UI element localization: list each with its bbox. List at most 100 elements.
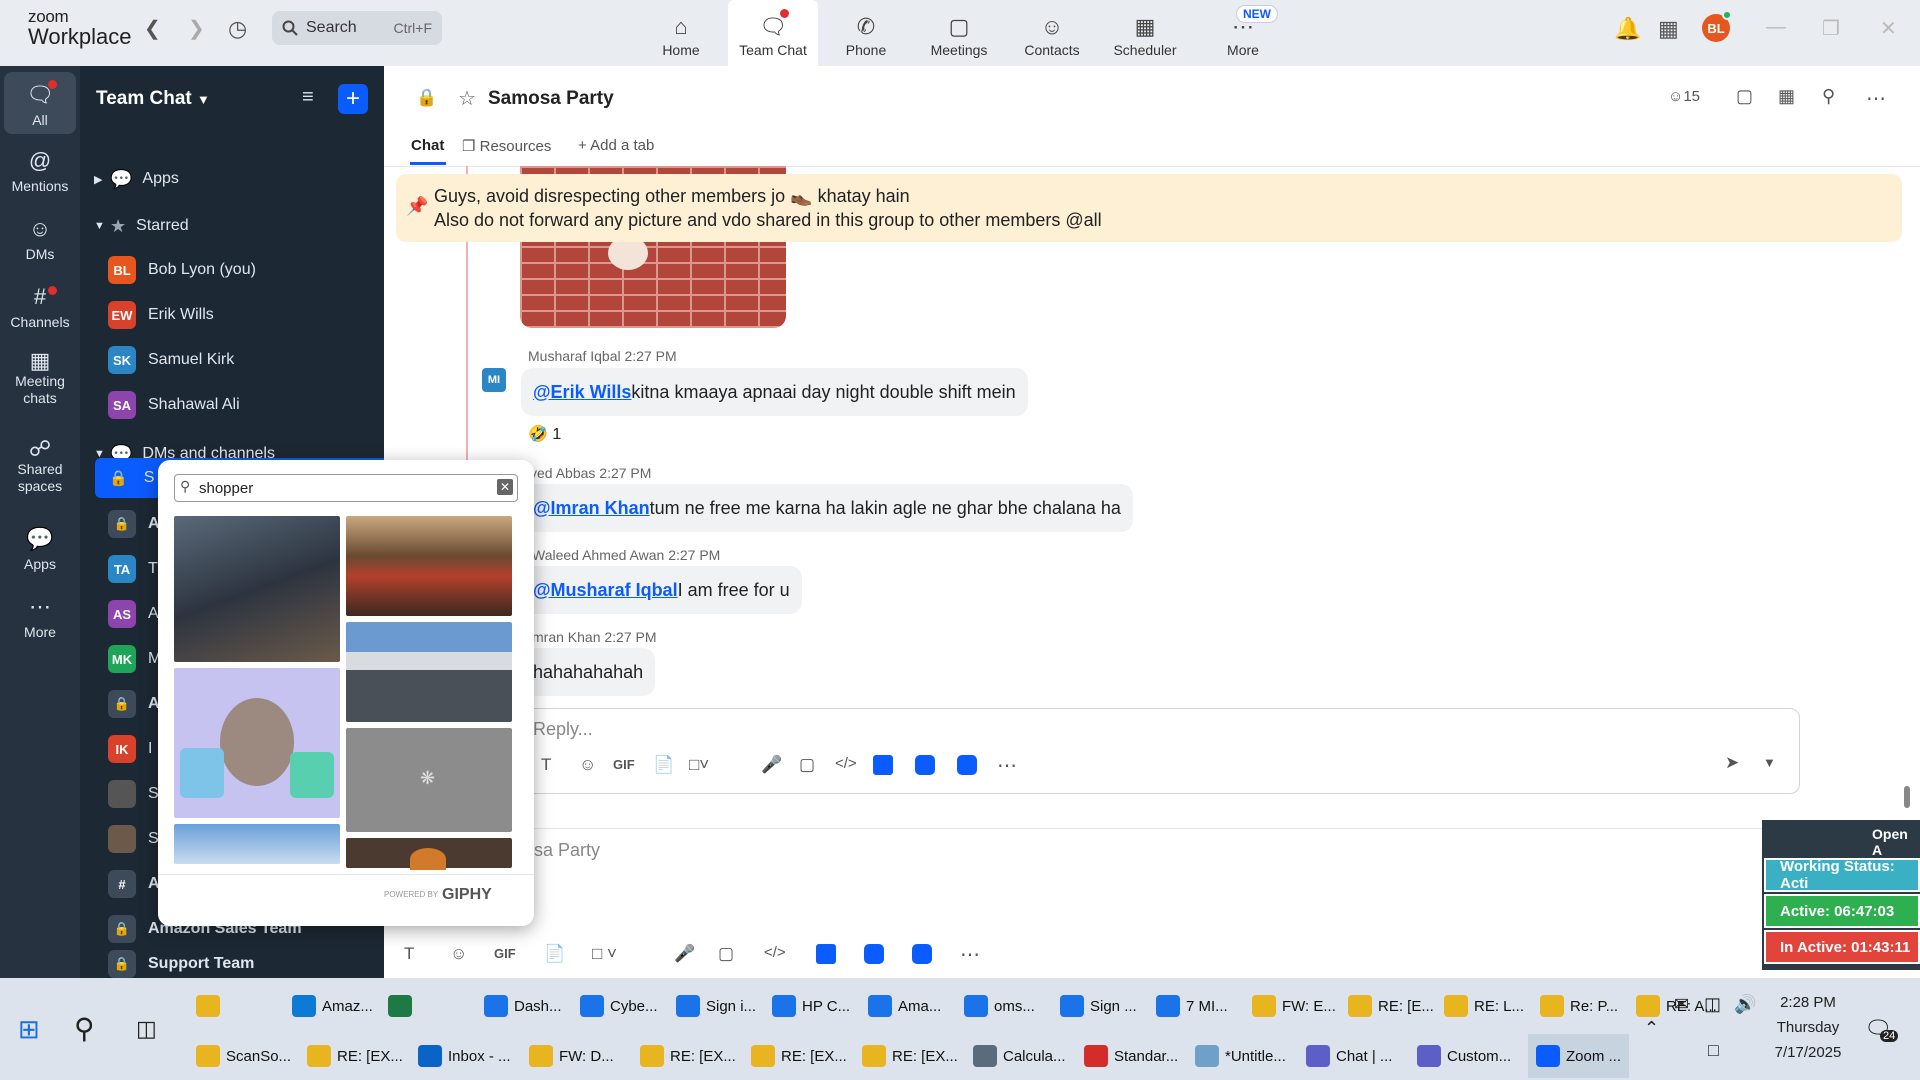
screenshot-icon[interactable]: □ ˅ xyxy=(592,944,617,964)
tab-add[interactable]: + Add a tab xyxy=(578,137,654,154)
taskbar-app[interactable]: RE: [EX... xyxy=(307,1034,403,1078)
sidebar-title[interactable]: Team Chat ▼ xyxy=(96,88,210,110)
taskbar-app[interactable]: oms... xyxy=(964,984,1035,1028)
back-icon[interactable]: ❮ xyxy=(144,16,161,41)
maximize-icon[interactable]: ❐ xyxy=(1822,16,1840,41)
mic-icon[interactable]: 🎤 xyxy=(761,755,782,775)
app-icon[interactable] xyxy=(915,755,935,775)
windows-start-icon[interactable]: ⊞ xyxy=(18,1014,40,1045)
taskbar-app[interactable]: *Untitle... xyxy=(1195,1034,1286,1078)
taskbar-app[interactable]: HP C... xyxy=(772,984,850,1028)
sender-name[interactable]: Waleed Ahmed Awan xyxy=(532,547,664,563)
rail-more[interactable]: ⋯ More xyxy=(0,594,80,640)
calendar-icon[interactable]: ▦ xyxy=(1658,16,1679,42)
gif-button[interactable]: GIF xyxy=(613,757,635,772)
channel-title[interactable]: Samosa Party xyxy=(488,88,614,110)
gif-result[interactable] xyxy=(174,516,340,662)
taskbar-app[interactable]: Custom... xyxy=(1417,1034,1511,1078)
mention-link[interactable]: @Erik Wills xyxy=(533,382,631,403)
mic-icon[interactable]: 🎤 xyxy=(674,944,695,964)
clock[interactable]: 2:28 PM Thursday 7/17/2025 xyxy=(1748,990,1868,1065)
taskbar-app[interactable]: 7 MI... xyxy=(1156,984,1228,1028)
taskbar-app[interactable]: Cybe... xyxy=(580,984,658,1028)
taskbar-app[interactable]: RE: [EX... xyxy=(862,1034,958,1078)
filter-icon[interactable]: ≡ xyxy=(302,86,314,109)
search-icon[interactable]: ⚲ xyxy=(74,1012,95,1045)
gif-search-input[interactable]: ⚲ shopper ✕ xyxy=(174,474,518,502)
tab-chat[interactable]: Chat xyxy=(411,137,444,154)
gif-result[interactable] xyxy=(174,824,340,864)
history-icon[interactable]: ◷ xyxy=(228,16,247,42)
message-bubble[interactable]: @Musharaf Iqbal I am free for u xyxy=(521,566,802,614)
open-button[interactable]: Open A xyxy=(1872,826,1920,858)
taskbar-app[interactable]: RE: [E... xyxy=(1348,984,1434,1028)
taskbar-app[interactable]: Ama... xyxy=(868,984,941,1028)
tab-resources[interactable]: ❐ Resources xyxy=(462,137,551,155)
app-icon[interactable] xyxy=(864,944,884,964)
search-input[interactable]: Search Ctrl+F xyxy=(272,11,442,45)
nav-scheduler[interactable]: ▦ Scheduler xyxy=(1100,0,1190,66)
video-icon[interactable]: ▢ xyxy=(799,755,815,775)
taskbar-app[interactable]: RE: [EX... xyxy=(751,1034,847,1078)
close-icon[interactable]: ✕ xyxy=(1880,16,1897,41)
sidebar-item-bob-lyon[interactable]: BL Bob Lyon (you) xyxy=(80,250,384,290)
reply-box[interactable]: Reply... T ☺ GIF 📄 □˅ 🎤 ▢ </> ⋯ ➤ ▼ xyxy=(520,708,1800,794)
more-icon[interactable]: ⋯ xyxy=(1866,86,1886,111)
sidebar-section-starred[interactable]: ▼ ★ Starred xyxy=(80,206,384,246)
gif-result[interactable] xyxy=(346,838,512,870)
taskbar-app[interactable]: Dash... xyxy=(484,984,562,1028)
nav-contacts[interactable]: ☺ Contacts xyxy=(1007,0,1097,66)
emoji-icon[interactable]: ☺ xyxy=(450,944,467,964)
star-icon[interactable]: ☆ xyxy=(458,86,476,111)
app-icon[interactable] xyxy=(816,944,836,964)
taskbar-app[interactable]: RE: L... xyxy=(1444,984,1524,1028)
taskbar-app[interactable]: Amaz... xyxy=(292,984,373,1028)
taskbar-app[interactable]: Chat | ... xyxy=(1306,1034,1392,1078)
message-bubble[interactable]: hahahahahah xyxy=(521,648,656,696)
minimize-icon[interactable]: — xyxy=(1766,16,1786,39)
screenshot-icon[interactable]: □˅ xyxy=(689,755,709,775)
chevron-down-icon[interactable]: ▼ xyxy=(1763,755,1776,770)
video-icon[interactable]: ▢ xyxy=(1736,86,1753,107)
taskbar-app[interactable]: Inbox - ... xyxy=(418,1034,511,1078)
bell-icon[interactable]: 🔔 xyxy=(1614,16,1641,42)
file-icon[interactable]: 📄 xyxy=(544,944,565,964)
nav-meetings[interactable]: ▢ Meetings xyxy=(914,0,1004,66)
clear-icon[interactable]: ✕ xyxy=(497,479,513,495)
app-icon[interactable] xyxy=(912,944,932,964)
taskbar-app[interactable]: Calcula... xyxy=(973,1034,1066,1078)
scrollbar[interactable] xyxy=(1904,786,1910,808)
more-icon[interactable]: ⋯ xyxy=(960,942,980,967)
composer-input[interactable]: sa Party xyxy=(534,840,600,861)
taskbar-app[interactable]: Sign i... xyxy=(676,984,756,1028)
task-view-icon[interactable]: ◫ xyxy=(136,1016,157,1042)
message-bubble[interactable]: @Imran Khan tum ne free me karna ha laki… xyxy=(521,484,1133,532)
format-icon[interactable]: T xyxy=(541,755,551,775)
video-icon[interactable]: ▢ xyxy=(718,944,734,964)
app-icon[interactable] xyxy=(873,755,893,775)
sender-name[interactable]: Musharaf Iqbal xyxy=(528,348,621,364)
rail-mentions[interactable]: @ Mentions xyxy=(0,148,80,194)
app-icon[interactable] xyxy=(957,755,977,775)
sidebar-item-apps[interactable]: ▶ 💬 Apps xyxy=(80,159,384,199)
rail-channels[interactable]: # Channels xyxy=(0,284,80,330)
network-icon[interactable]: □ xyxy=(1708,1040,1719,1061)
send-icon[interactable]: ➤ xyxy=(1725,753,1739,773)
rail-shared-spaces[interactable]: ☍ Shared spaces xyxy=(0,438,80,495)
gif-result[interactable] xyxy=(174,668,340,818)
message-bubble[interactable]: @Erik Wills kitna kmaaya apnaai day nigh… xyxy=(521,368,1028,416)
reaction[interactable]: 🤣 1 xyxy=(528,424,561,444)
reply-input[interactable]: Reply... xyxy=(533,719,593,740)
nav-team-chat[interactable]: 🗨 Team Chat xyxy=(728,0,818,66)
format-icon[interactable]: T xyxy=(404,944,414,964)
gif-result[interactable] xyxy=(346,516,512,616)
taskbar-app[interactable]: Sign ... xyxy=(1060,984,1137,1028)
taskbar-app[interactable]: FW: E... xyxy=(1252,984,1336,1028)
rail-apps[interactable]: 💬 Apps xyxy=(0,526,80,572)
gif-result[interactable] xyxy=(346,622,512,722)
code-icon[interactable]: </> xyxy=(764,944,786,961)
nav-home[interactable]: ⌂ Home xyxy=(636,0,726,66)
taskbar-app[interactable] xyxy=(388,984,418,1028)
rail-meeting-chats[interactable]: ▦ Meeting chats xyxy=(0,350,80,407)
pinned-message[interactable]: 📌 Guys, avoid disrespecting other member… xyxy=(396,174,1902,242)
